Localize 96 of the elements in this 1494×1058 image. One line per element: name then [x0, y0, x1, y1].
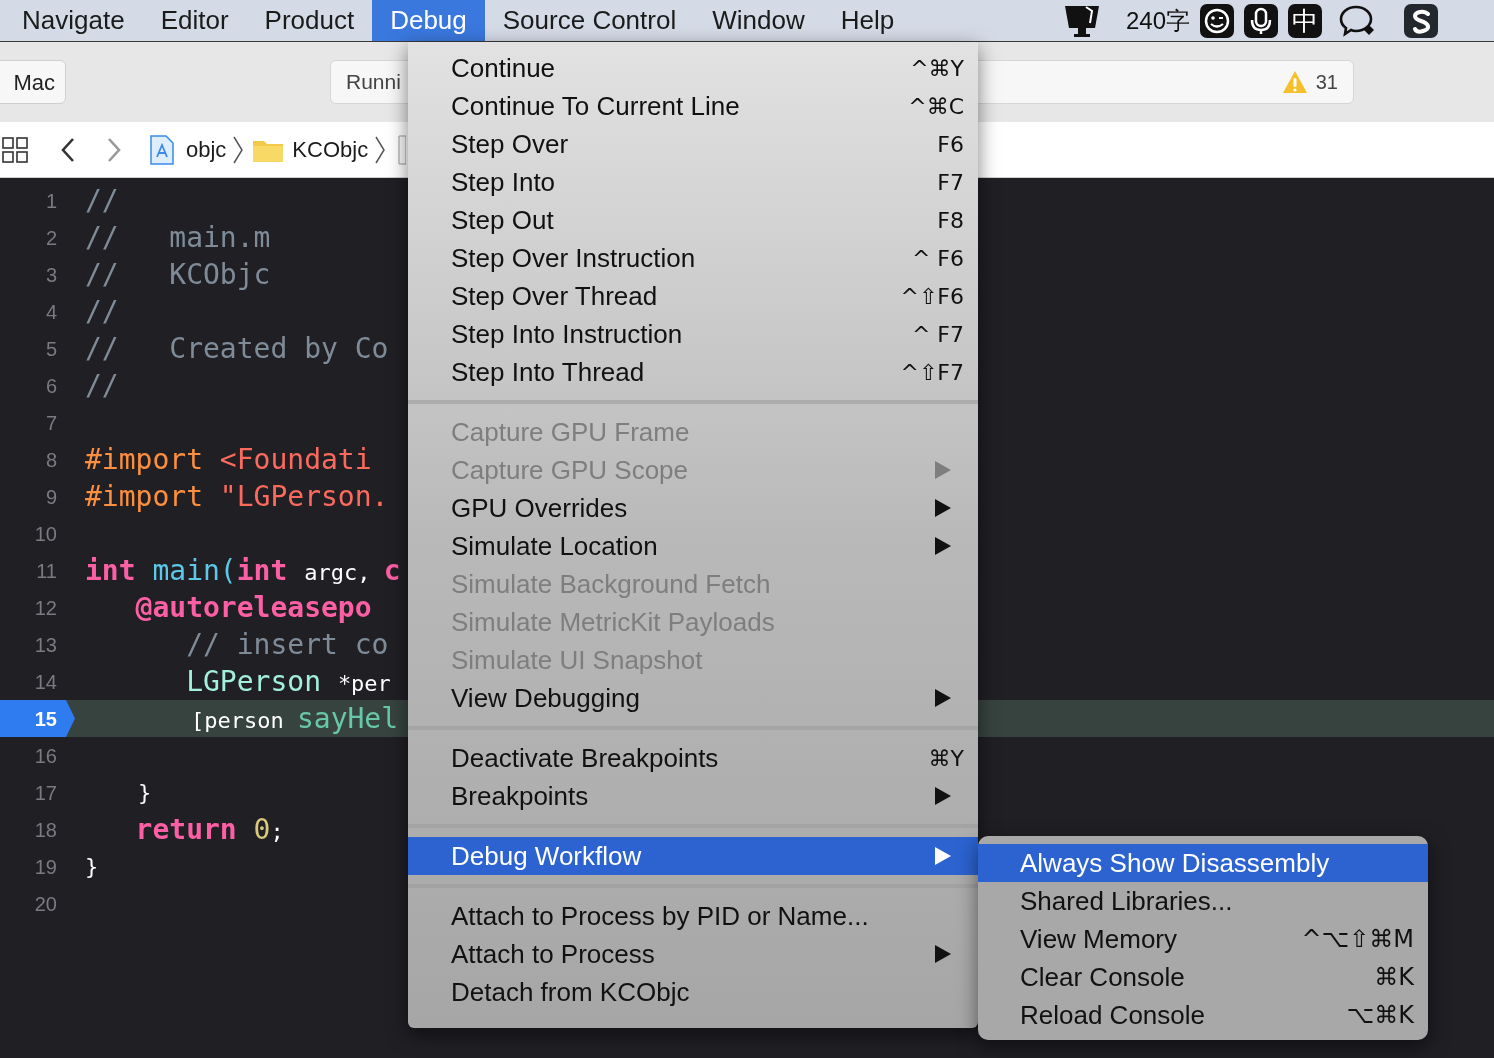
menu-item[interactable]: Reload Console ⌥⌘K: [978, 996, 1428, 1034]
word-count: 240字: [1125, 5, 1190, 36]
line-number: 16: [33, 743, 58, 769]
shortcut-text: F8: [937, 206, 964, 235]
line-number: 12: [33, 595, 58, 621]
code-line: #import <Foundati: [84, 441, 372, 478]
code-line: // Created by Co: [84, 330, 389, 367]
line-number: 10: [33, 521, 58, 547]
swirl-logo-icon: [1404, 3, 1438, 38]
shortcut-text: ^⇧F7: [900, 358, 964, 387]
shortcut-text: ^⌘C: [908, 92, 964, 121]
menu-bar-item[interactable]: Debug: [372, 0, 485, 41]
back-chevron-icon: [60, 136, 76, 163]
warning-count: 31: [1315, 70, 1338, 95]
menu-item[interactable]: Step Over F6: [408, 125, 978, 163]
line-number: 19: [33, 854, 58, 880]
menu-item[interactable]: Step Into Instruction ^ F7: [408, 315, 978, 353]
line-number: 7: [44, 410, 58, 436]
menu-item[interactable]: Step Out F8: [408, 201, 978, 239]
line-number: 8: [44, 447, 58, 473]
shortcut-text: F7: [937, 168, 964, 197]
menu-item[interactable]: View Debugging: [408, 679, 978, 717]
path-separator-icon: [232, 135, 245, 164]
line-number: 9: [44, 484, 58, 510]
shortcut-text: ⌘K: [1374, 962, 1414, 993]
menu-item[interactable]: GPU Overrides: [408, 489, 978, 527]
input-method-button[interactable]: 中: [1288, 3, 1322, 38]
menu-item[interactable]: Always Show Disassembly: [978, 844, 1428, 882]
line-number: 15: [0, 700, 75, 737]
menu-item[interactable]: Simulate Location: [408, 527, 978, 565]
line-number: 17: [33, 780, 58, 806]
code-line: //: [84, 293, 119, 330]
menu-item[interactable]: Continue ^⌘Y: [408, 49, 978, 87]
code-line: @autoreleasepo: [134, 589, 372, 626]
line-number: 3: [44, 262, 58, 288]
code-line: //: [84, 367, 119, 404]
smiley-icon: [1200, 3, 1234, 38]
line-number: 11: [35, 558, 58, 584]
shortcut-text: ^ F7: [911, 320, 964, 349]
code-line: int main(int argc, c: [84, 552, 401, 589]
menu-item[interactable]: Debug Workflow: [408, 837, 978, 875]
menu-item[interactable]: Step Over Instruction ^ F6: [408, 239, 978, 277]
activity-text: Runni: [346, 69, 401, 96]
path-item[interactable]: KCObjc: [292, 133, 369, 166]
line-number: 20: [33, 891, 58, 917]
menu-bar-item[interactable]: Help: [822, 0, 913, 41]
line-number: 18: [33, 817, 58, 843]
menu-item[interactable]: Breakpoints: [408, 777, 978, 815]
code-line: LGPerson *per: [185, 663, 391, 700]
project-file-icon: [150, 134, 174, 165]
menu-item[interactable]: Step Into F7: [408, 163, 978, 201]
forward-chevron-icon: [106, 136, 122, 163]
menu-item[interactable]: Deactivate Breakpoints ⌘Y: [408, 739, 978, 777]
shortcut-text: ^⇧F6: [900, 282, 964, 311]
menu-item[interactable]: Detach from KCObjc: [408, 973, 978, 1011]
shortcut-text: ⌘Y: [928, 744, 964, 773]
menu-item[interactable]: Step Into Thread ^⇧F7: [408, 353, 978, 391]
menu-bar-item[interactable]: Editor: [142, 0, 247, 41]
scheme-button[interactable]: Mac: [0, 60, 66, 104]
line-number: 1: [44, 188, 58, 214]
menu-item[interactable]: Clear Console ⌘K: [978, 958, 1428, 996]
grid-icon: [2, 136, 28, 163]
menu-bar-item[interactable]: Window: [694, 0, 823, 41]
code-line: }: [84, 853, 99, 881]
code-line: return 0;: [134, 811, 284, 848]
line-number: 14: [33, 669, 58, 695]
shortcut-text: F6: [937, 130, 964, 159]
line-number: 6: [44, 373, 58, 399]
code-line: }: [136, 779, 152, 807]
microphone-icon: [1244, 3, 1278, 38]
menu-item[interactable]: Attach to Process by PID or Name...: [408, 897, 978, 935]
menu-bar-item[interactable]: Source Control: [484, 0, 695, 41]
code-line: // insert co: [185, 626, 389, 663]
menu-item[interactable]: Step Over Thread ^⇧F6: [408, 277, 978, 315]
code-line: #import "LGPerson.: [84, 478, 389, 515]
shortcut-text: ⌥⌘K: [1346, 1000, 1414, 1031]
path-separator-icon: [374, 135, 387, 164]
line-number: 2: [44, 225, 58, 251]
shortcut-text: ^⌘Y: [910, 54, 964, 83]
menu-bar-item[interactable]: Product: [246, 0, 373, 41]
line-number: 4: [44, 299, 58, 325]
code-line: // KCObjc: [84, 256, 271, 293]
code-line: //: [84, 182, 119, 219]
menu-item[interactable]: View Memory ^⌥⇧⌘M: [978, 920, 1428, 958]
menu-item[interactable]: Shared Libraries...: [978, 882, 1428, 920]
line-number: 13: [33, 632, 58, 658]
menu-item[interactable]: Continue To Current Line ^⌘C: [408, 87, 978, 125]
menu-bar-item[interactable]: Navigate: [4, 0, 143, 41]
line-number: 5: [44, 336, 58, 362]
code-line: // main.m: [84, 219, 271, 256]
shortcut-text: ^⌥⇧⌘M: [1301, 924, 1414, 955]
path-item[interactable]: objc: [186, 133, 227, 166]
shortcut-text: ^ F6: [911, 244, 964, 273]
menu-item[interactable]: Attach to Process: [408, 935, 978, 973]
warning-icon: [1281, 70, 1308, 94]
code-line: [person sayHel: [189, 700, 399, 737]
